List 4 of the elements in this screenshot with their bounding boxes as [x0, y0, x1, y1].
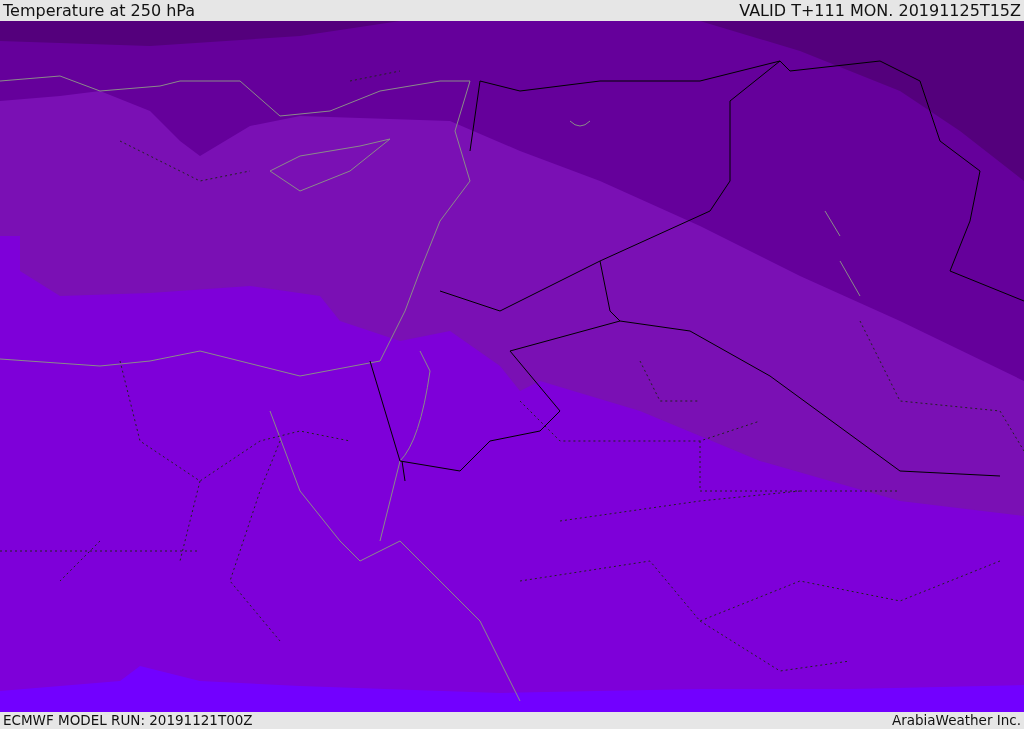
- credit-label: ArabiaWeather Inc.: [891, 712, 1021, 729]
- map-title: Temperature at 250 hPa: [3, 0, 196, 21]
- valid-time: VALID T+111 MON. 20191125T15Z: [739, 0, 1021, 21]
- model-run-label: ECMWF MODEL RUN: 20191121T00Z: [3, 712, 253, 729]
